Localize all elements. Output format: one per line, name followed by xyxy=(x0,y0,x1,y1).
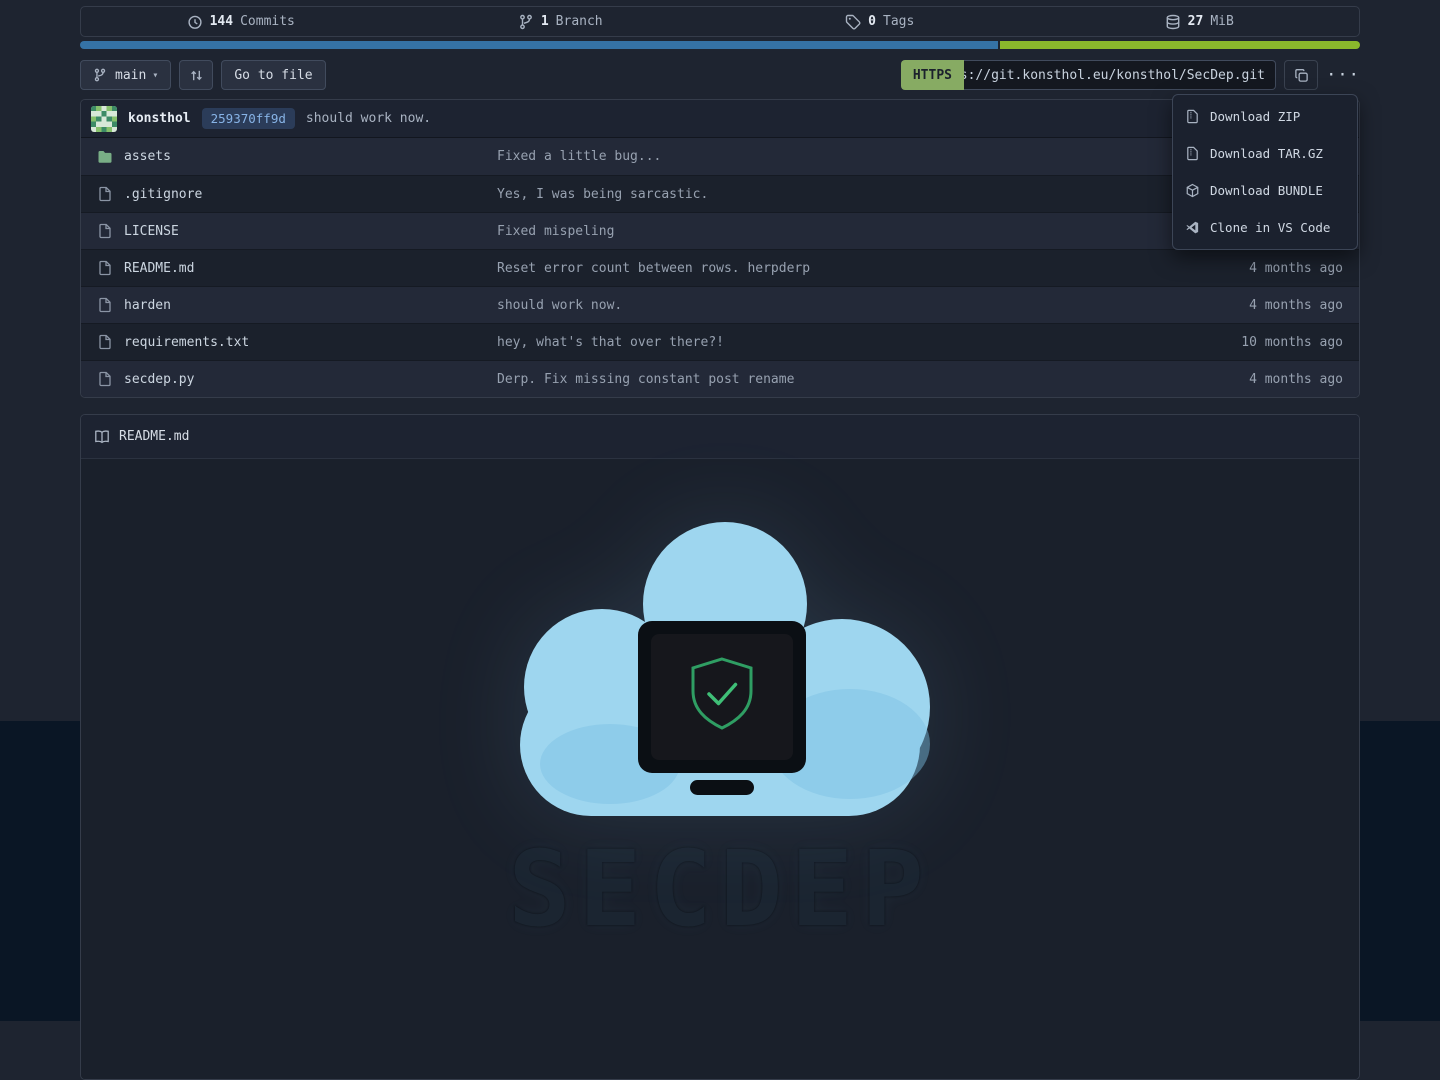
table-row: README.md Reset error count between rows… xyxy=(81,249,1359,286)
copy-icon xyxy=(1294,68,1309,83)
commit-author[interactable]: konsthol xyxy=(128,111,191,126)
compare-icon xyxy=(189,68,204,83)
file-commit-message[interactable]: should work now. xyxy=(497,298,1113,313)
file-age: 10 months ago xyxy=(1113,335,1343,350)
clone-url-input[interactable]: https://git.konsthol.eu/konsthol/SecDep.… xyxy=(964,60,1276,90)
more-actions-button[interactable]: ··· xyxy=(1326,60,1360,90)
file-commit-message[interactable]: Fixed mispeling xyxy=(497,224,1113,239)
file-name[interactable]: README.md xyxy=(124,261,194,276)
kebab-icon: ··· xyxy=(1326,65,1360,85)
stat-commits[interactable]: 144 Commits xyxy=(81,14,401,30)
size-value: 27 xyxy=(1188,14,1204,29)
download-menu: Download ZIP Download TAR.GZ Download BU… xyxy=(1172,94,1358,250)
branches-label: Branch xyxy=(556,14,603,29)
file-icon xyxy=(97,297,113,313)
language-stats-bar[interactable] xyxy=(80,41,1360,49)
commit-hash-badge[interactable]: 259370ff9d xyxy=(202,108,295,129)
file-name[interactable]: harden xyxy=(124,298,171,313)
file-zip-icon xyxy=(1185,146,1200,161)
file-commit-message[interactable]: Reset error count between rows. herpderp xyxy=(497,261,1113,276)
file-commit-message[interactable]: Derp. Fix missing constant post rename xyxy=(497,372,1113,387)
branch-name: main xyxy=(115,68,146,83)
branch-icon xyxy=(518,14,534,30)
file-icon xyxy=(97,334,113,350)
menu-item-download-zip[interactable]: Download ZIP xyxy=(1173,98,1357,135)
file-name[interactable]: assets xyxy=(124,149,171,164)
go-to-file-label: Go to file xyxy=(234,68,312,83)
file-age: 4 months ago xyxy=(1113,372,1343,387)
table-row: .gitignore Yes, I was being sarcastic. xyxy=(81,175,1359,212)
readme-header: README.md xyxy=(81,415,1359,459)
file-zip-icon xyxy=(1185,109,1200,124)
file-icon xyxy=(97,260,113,276)
file-name[interactable]: .gitignore xyxy=(124,187,202,202)
go-to-file-button[interactable]: Go to file xyxy=(221,60,325,90)
clone-url-group: HTTPS https://git.konsthol.eu/konsthol/S… xyxy=(901,60,1276,90)
file-commit-message[interactable]: hey, what's that over there?! xyxy=(497,335,1113,350)
commits-count: 144 xyxy=(210,14,233,29)
menu-item-label: Download TAR.GZ xyxy=(1210,146,1323,161)
commits-label: Commits xyxy=(240,14,295,29)
stat-size[interactable]: 27 MiB xyxy=(1040,14,1360,30)
secdep-logo-title: SECDEP xyxy=(81,837,1359,941)
file-icon xyxy=(97,223,113,239)
https-label: HTTPS xyxy=(913,68,952,83)
menu-item-clone-vscode[interactable]: Clone in VS Code xyxy=(1173,209,1357,246)
file-name[interactable]: requirements.txt xyxy=(124,335,249,350)
language-segment-blue xyxy=(80,41,998,49)
table-row: secdep.py Derp. Fix missing constant pos… xyxy=(81,360,1359,397)
branches-count: 1 xyxy=(541,14,549,29)
table-row: requirements.txt hey, what's that over t… xyxy=(81,323,1359,360)
branch-selector-button[interactable]: main ▾ xyxy=(80,60,171,90)
compare-branches-button[interactable] xyxy=(179,60,213,90)
folder-icon xyxy=(97,149,113,165)
commit-message[interactable]: should work now. xyxy=(306,111,431,126)
file-icon xyxy=(97,371,113,387)
copy-url-button[interactable] xyxy=(1284,60,1318,90)
menu-item-label: Download ZIP xyxy=(1210,109,1300,124)
author-avatar[interactable] xyxy=(91,106,117,132)
menu-item-label: Clone in VS Code xyxy=(1210,220,1330,235)
language-segment-green xyxy=(1000,41,1360,49)
branch-icon xyxy=(93,68,107,82)
repo-toolbar: main ▾ Go to file HTTPS https://git.kons… xyxy=(80,60,1360,90)
tag-icon xyxy=(845,14,861,30)
tags-label: Tags xyxy=(883,14,914,29)
secdep-cloud-logo-image xyxy=(490,509,950,839)
tags-count: 0 xyxy=(868,14,876,29)
package-icon xyxy=(1185,183,1200,198)
file-commit-message[interactable]: Yes, I was being sarcastic. xyxy=(497,187,1113,202)
readme-title: README.md xyxy=(119,429,189,444)
file-age: 4 months ago xyxy=(1113,261,1343,276)
file-rows: assets Fixed a little bug... .gitignore … xyxy=(81,138,1359,397)
table-row: harden should work now. 4 months ago xyxy=(81,286,1359,323)
table-row: assets Fixed a little bug... xyxy=(81,138,1359,175)
table-row: LICENSE Fixed mispeling xyxy=(81,212,1359,249)
clone-url-text: https://git.konsthol.eu/konsthol/SecDep.… xyxy=(964,68,1265,83)
file-icon xyxy=(97,186,113,202)
repo-stats-bar: 144 Commits 1 Branch 0 Tags 27 MiB xyxy=(80,6,1360,37)
file-name[interactable]: secdep.py xyxy=(124,372,194,387)
readme-content: SECDEP xyxy=(81,459,1359,1079)
stat-branches[interactable]: 1 Branch xyxy=(401,14,721,30)
file-list-panel: konsthol 259370ff9d should work now. ass… xyxy=(80,99,1360,398)
https-protocol-button[interactable]: HTTPS xyxy=(901,60,964,90)
history-icon xyxy=(187,14,203,30)
latest-commit-row: konsthol 259370ff9d should work now. xyxy=(81,100,1359,138)
database-icon xyxy=(1165,14,1181,30)
book-icon xyxy=(94,429,110,445)
menu-item-download-bundle[interactable]: Download BUNDLE xyxy=(1173,172,1357,209)
stat-tags[interactable]: 0 Tags xyxy=(720,14,1040,30)
menu-item-download-targz[interactable]: Download TAR.GZ xyxy=(1173,135,1357,172)
file-name[interactable]: LICENSE xyxy=(124,224,179,239)
size-label: MiB xyxy=(1210,14,1233,29)
readme-panel: README.md xyxy=(80,414,1360,1080)
menu-item-label: Download BUNDLE xyxy=(1210,183,1323,198)
vscode-icon xyxy=(1185,220,1200,235)
identicon-image xyxy=(91,106,117,132)
file-commit-message[interactable]: Fixed a little bug... xyxy=(497,149,1113,164)
caret-down-icon: ▾ xyxy=(152,70,158,81)
file-age: 4 months ago xyxy=(1113,298,1343,313)
